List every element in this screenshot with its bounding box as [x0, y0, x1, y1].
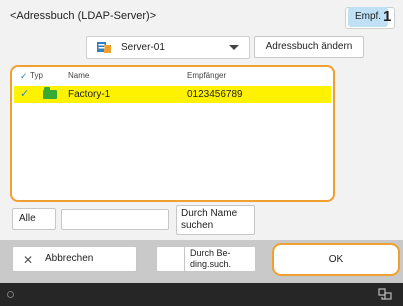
list-item-name: Factory-1 [68, 89, 111, 100]
address-book-title: <Adressbuch (LDAP-Server)> [10, 10, 157, 22]
server-selected-value: Server-01 [121, 42, 165, 53]
all-button[interactable]: Alle [12, 208, 56, 230]
cancel-label: Abbrechen [45, 253, 94, 264]
header-check-icon[interactable]: ✓ [20, 71, 28, 82]
list-item[interactable]: ✓ Factory-1 0123456789 [14, 86, 331, 103]
address-list[interactable]: ✓ Typ Name Empfänger ✓ Factory-1 0123456… [10, 65, 335, 202]
server-icon [97, 42, 111, 53]
column-header-recipient[interactable]: Empfänger [187, 71, 226, 80]
cancel-button[interactable]: ✕ Abbrechen [12, 246, 137, 272]
condition-search-icon-box[interactable] [156, 246, 186, 272]
server-dropdown[interactable]: Server-01 [86, 36, 250, 59]
search-by-condition-button[interactable]: Durch Be- ding.such. [184, 246, 256, 272]
checkmark-icon: ✓ [20, 88, 30, 100]
network-status-icon[interactable] [377, 287, 393, 301]
change-addressbook-button[interactable]: Adressbuch ändern [254, 36, 364, 58]
close-icon: ✕ [23, 253, 34, 267]
search-by-name-button[interactable]: Durch Name suchen [176, 205, 255, 235]
folder-icon [43, 87, 57, 99]
chevron-down-icon [229, 45, 239, 50]
search-input[interactable] [61, 209, 169, 230]
status-bar [0, 283, 403, 306]
column-header-name[interactable]: Name [68, 71, 89, 80]
list-header: ✓ Typ Name Empfänger [12, 67, 333, 85]
ok-button[interactable]: OK [272, 243, 400, 276]
column-header-type[interactable]: Typ [30, 71, 43, 80]
list-item-recipient: 0123456789 [187, 89, 243, 100]
recipients-count: 1 [383, 8, 392, 25]
status-indicator-icon [7, 291, 14, 298]
recipients-label[interactable]: Empf. [348, 7, 388, 27]
